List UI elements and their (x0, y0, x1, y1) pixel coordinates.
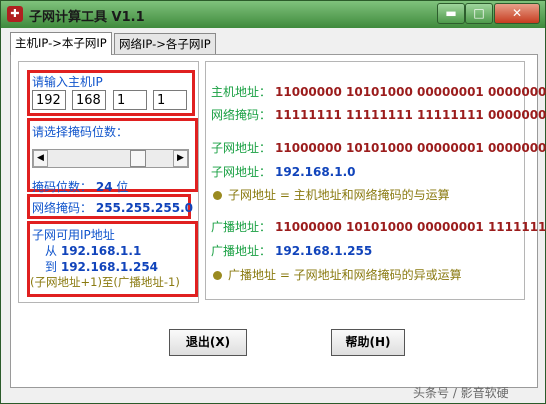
slider-right-arrow-icon[interactable]: ▶ (173, 150, 188, 167)
mask-bits-slider[interactable]: ◀ ▶ (32, 149, 189, 168)
subnet-ip-value: 192.168.1.0 (275, 165, 356, 179)
mask-bits-unit: 位 (116, 180, 129, 194)
usable-from-label: 从 (45, 244, 58, 258)
broadcast-note-text: 广播地址 = 子网地址和网络掩码的异或运算 (228, 268, 462, 282)
subnet-binary: 11000000 10101000 00000001 00000000 (275, 141, 546, 155)
maximize-button[interactable]: □ (465, 3, 493, 24)
host-address-label: 主机地址： (211, 85, 272, 99)
broadcast-binary-label: 广播地址： (211, 220, 272, 234)
netmask-binary-row: 网络掩码： 11111111 11111111 11111111 00000000 (211, 106, 546, 123)
netmask-binary-label: 网络掩码： (211, 108, 272, 122)
usable-to-value: 192.168.1.254 (60, 260, 159, 274)
watermark: 头条号 / 影音软硬 (413, 386, 509, 400)
host-address-row: 主机地址： 11000000 10101000 00000001 00000001 (211, 83, 546, 100)
usable-from-value: 192.168.1.1 (60, 244, 142, 258)
mask-bits-prompt: 请选择掩码位数： (32, 125, 129, 139)
broadcast-ip-value: 192.168.1.255 (275, 244, 373, 258)
broadcast-note: 广播地址 = 子网地址和网络掩码的异或运算 (213, 266, 462, 283)
bullet-icon (213, 191, 222, 200)
netmask-readout: 网络掩码： 255.255.255.0 (32, 199, 193, 216)
subnet-note-text: 子网地址 = 主机地址和网络掩码的与运算 (228, 188, 450, 202)
usable-ip-label: 子网可用IP地址 (32, 228, 115, 242)
help-button[interactable]: 帮助(H) (331, 329, 405, 356)
exit-button[interactable]: 退出(X) (169, 329, 247, 356)
broadcast-ip-label: 广播地址： (211, 244, 272, 258)
netmask-label: 网络掩码： (32, 201, 93, 215)
slider-thumb[interactable] (130, 150, 146, 167)
tab-network-ip[interactable]: 网络IP->各子网IP (114, 33, 216, 54)
range-note: (子网地址+1)至(广播地址-1) (30, 275, 180, 289)
bullet-icon (213, 271, 222, 280)
host-address-binary: 11000000 10101000 00000001 00000001 (275, 85, 546, 99)
subnet-note: 子网地址 = 主机地址和网络掩码的与运算 (213, 186, 450, 203)
subnet-binary-label: 子网地址： (211, 141, 272, 155)
usable-to-label: 到 (45, 260, 58, 274)
broadcast-ip-row: 广播地址： 192.168.1.255 (211, 242, 372, 259)
app-window: ✚ 子网计算工具 V1.1 ▬ □ ✕ 主机IP->本子网IP 网络IP->各子… (0, 0, 546, 404)
subnet-ip-row: 子网地址： 192.168.1.0 (211, 163, 356, 180)
usable-from-row: 从 192.168.1.1 (45, 242, 141, 259)
close-button[interactable]: ✕ (494, 3, 540, 24)
mask-bits-label: 掩码位数： (32, 180, 93, 194)
broadcast-binary: 11000000 10101000 00000001 11111111 (275, 220, 546, 234)
mask-bits-readout: 掩码位数： 24 位 (32, 178, 128, 195)
netmask-binary: 11111111 11111111 11111111 00000000 (275, 108, 546, 122)
netmask-value: 255.255.255.0 (95, 201, 194, 215)
ip-octet-1[interactable] (32, 90, 66, 110)
ip-octet-2[interactable] (72, 90, 106, 110)
mask-bits-value: 24 (95, 180, 113, 194)
title-bar[interactable]: ✚ 子网计算工具 V1.1 ▬ □ ✕ (1, 1, 545, 28)
app-icon: ✚ (7, 6, 23, 22)
subnet-ip-label: 子网地址： (211, 165, 272, 179)
slider-left-arrow-icon[interactable]: ◀ (33, 150, 48, 167)
subnet-binary-row: 子网地址： 11000000 10101000 00000001 00000000 (211, 139, 546, 156)
ip-octet-4[interactable] (153, 90, 187, 110)
minimize-button[interactable]: ▬ (437, 3, 465, 24)
usable-to-row: 到 192.168.1.254 (45, 258, 158, 275)
broadcast-binary-row: 广播地址： 11000000 10101000 00000001 11111111 (211, 218, 546, 235)
ip-octet-3[interactable] (113, 90, 147, 110)
host-ip-label: 请输入主机IP (32, 75, 103, 89)
tab-host-ip[interactable]: 主机IP->本子网IP (10, 32, 112, 55)
window-title: 子网计算工具 V1.1 (29, 10, 145, 25)
